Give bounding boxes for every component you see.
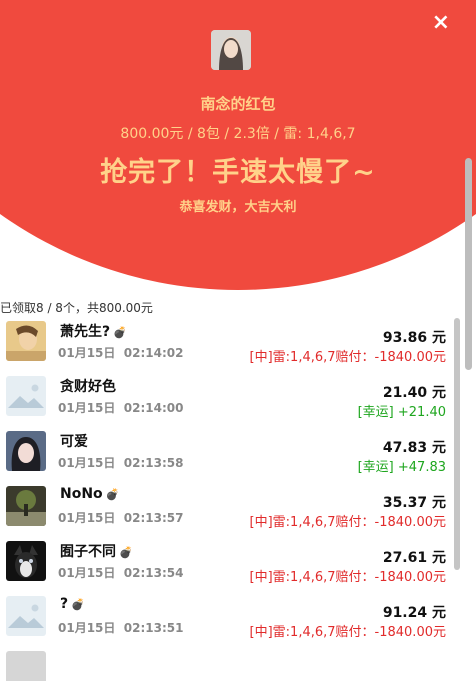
packet-info: 800.00元 / 8包 / 2.3倍 / 雷: 1,4,6,7 — [120, 126, 356, 142]
entry-amount: 27.61 元 — [382, 550, 446, 566]
page-scrollbar[interactable] — [465, 158, 472, 370]
bomb-icon: 💣 — [71, 598, 85, 611]
entry-name: NoNo 💣 — [60, 486, 120, 502]
bomb-icon: 💣 — [105, 488, 120, 501]
close-icon[interactable]: × — [432, 10, 450, 35]
avatar — [6, 376, 46, 416]
entry-amount: 93.86 元 — [382, 330, 446, 346]
entry-result: [幸运] +21.40 — [357, 405, 446, 420]
list-item[interactable] — [0, 643, 452, 681]
list-item[interactable]: ? 💣 01月15日 02:13:51 91.24 元 [中]雷:1,4,6,7赔… — [0, 588, 452, 643]
list-item[interactable]: 贪财好色 01月15日 02:14:00 21.40 元 [幸运] +21.40 — [0, 368, 452, 423]
avatar — [6, 486, 46, 526]
avatar — [6, 651, 46, 681]
entry-amount: 21.40 元 — [382, 385, 446, 401]
entry-name: 可爱 — [60, 434, 88, 450]
entry-amount: 91.24 元 — [382, 605, 446, 621]
entry-result: [中]雷:1,4,6,7赔付：-1840.00元 — [249, 350, 446, 365]
red-packet-header: × 南念的红包 800.00元 / 8包 / 2.3倍 / 雷: 1,4,6,7… — [0, 0, 476, 300]
list-item[interactable]: NoNo 💣 01月15日 02:13:57 35.37 元 [中]雷:1,4,6… — [0, 478, 452, 533]
sender-name: 南念的红包 — [200, 95, 276, 113]
entry-result: [中]雷:1,4,6,7赔付：-1840.00元 — [249, 625, 446, 640]
bomb-icon: 💣 — [119, 546, 133, 559]
entry-time: 01月15日 02:14:00 — [58, 401, 184, 415]
avatar — [6, 596, 46, 636]
blessing-text: 恭喜发财，大吉大利 — [179, 200, 297, 215]
entry-name: ? 💣 — [60, 596, 85, 612]
avatar — [6, 321, 46, 361]
entry-amount: 35.37 元 — [382, 495, 446, 511]
list-scrollbar[interactable] — [454, 318, 460, 570]
entry-time: 01月15日 02:14:02 — [58, 346, 184, 360]
entry-amount: 47.83 元 — [382, 440, 446, 456]
entry-result: [中]雷:1,4,6,7赔付：-1840.00元 — [249, 570, 446, 585]
bomb-icon: 💣 — [113, 326, 127, 339]
list-item[interactable]: 可爱 01月15日 02:13:58 47.83 元 [幸运] +47.83 — [0, 423, 452, 478]
status-headline: 抢完了！手速太慢了~ — [100, 157, 376, 188]
list-item[interactable]: 囿子不同 💣 01月15日 02:13:54 27.61 元 [中]雷:1,4,6… — [0, 533, 452, 588]
claim-list[interactable]: 萧先生? 💣 01月15日 02:14:02 93.86 元 [中]雷:1,4,6… — [0, 313, 452, 681]
entry-name: 贪财好色 — [60, 379, 116, 395]
entry-result: [中]雷:1,4,6,7赔付：-1840.00元 — [249, 515, 446, 530]
entry-result: [幸运] +47.83 — [357, 460, 446, 475]
sender-avatar — [211, 30, 251, 70]
avatar — [6, 431, 46, 471]
entry-name: 萧先生? 💣 — [60, 324, 127, 340]
entry-name: 囿子不同 💣 — [60, 544, 133, 560]
list-item[interactable]: 萧先生? 💣 01月15日 02:14:02 93.86 元 [中]雷:1,4,6… — [0, 313, 452, 368]
entry-time: 01月15日 02:13:51 — [58, 621, 184, 635]
avatar — [6, 541, 46, 581]
entry-time: 01月15日 02:13:57 — [58, 511, 184, 525]
entry-time: 01月15日 02:13:54 — [58, 566, 184, 580]
entry-time: 01月15日 02:13:58 — [58, 456, 184, 470]
